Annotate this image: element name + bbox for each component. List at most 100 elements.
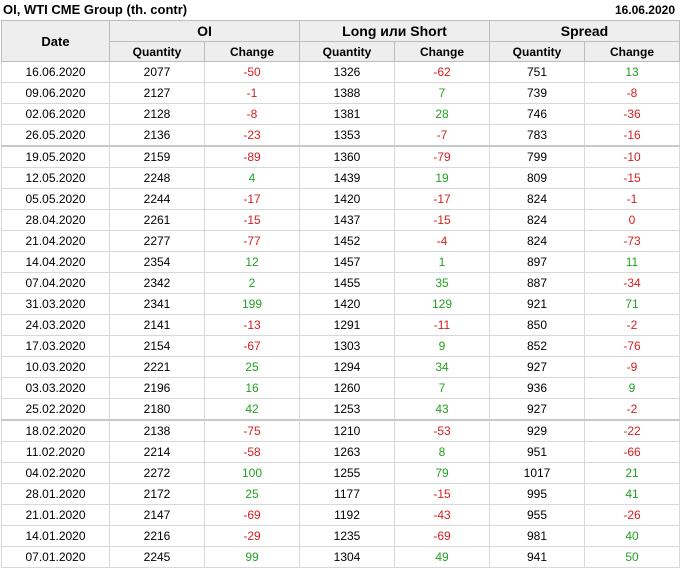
spread-quantity-cell: 783 — [489, 124, 585, 147]
long-short-quantity-cell: 1291 — [299, 314, 395, 336]
spread-quantity-cell: 824 — [489, 188, 585, 210]
spread-quantity-cell: 1017 — [489, 462, 585, 484]
long-short-quantity-cell: 1381 — [299, 103, 395, 125]
long-short-quantity-cell: 1455 — [299, 272, 395, 294]
spread-quantity-cell: 955 — [489, 504, 585, 526]
spread-quantity-cell: 981 — [489, 525, 585, 547]
oi-group-header: OI — [109, 20, 300, 42]
long-short-quantity-cell: 1304 — [299, 546, 395, 568]
spread-change-cell: -2 — [584, 398, 680, 421]
spread-change-cell: 50 — [584, 546, 680, 568]
date-cell: 05.05.2020 — [1, 188, 110, 210]
oi-change-cell: -29 — [204, 525, 300, 547]
spread-group-header: Spread — [489, 20, 680, 42]
oi-quantity-header[interactable]: Quantity — [109, 41, 205, 62]
long-short-change-cell: 7 — [394, 377, 490, 399]
spread-change-cell: -26 — [584, 504, 680, 526]
spread-change-cell: 0 — [584, 209, 680, 231]
table-row: 11.02.2020 2214 -58 1263 8 951 -66 — [1, 441, 680, 463]
date-cell: 10.03.2020 — [1, 356, 110, 378]
oi-change-cell: -77 — [204, 230, 300, 252]
spread-change-cell: 71 — [584, 293, 680, 315]
table-row: 17.03.2020 2154 -67 1303 9 852 -76 — [1, 335, 680, 357]
long-short-quantity-cell: 1210 — [299, 420, 395, 442]
oi-quantity-cell: 2141 — [109, 314, 205, 336]
long-short-quantity-cell: 1420 — [299, 188, 395, 210]
oi-quantity-cell: 2272 — [109, 462, 205, 484]
long-short-group-header: Long или Short — [299, 20, 490, 42]
spread-quantity-header[interactable]: Quantity — [489, 41, 585, 62]
oi-quantity-cell: 2248 — [109, 167, 205, 189]
spread-quantity-cell: 809 — [489, 167, 585, 189]
long-short-change-header[interactable]: Change — [394, 41, 490, 62]
spread-change-header[interactable]: Change — [584, 41, 680, 62]
long-short-change-cell: 1 — [394, 251, 490, 273]
spread-quantity-cell: 995 — [489, 483, 585, 505]
spread-change-cell: 41 — [584, 483, 680, 505]
date-cell: 04.02.2020 — [1, 462, 110, 484]
oi-change-header[interactable]: Change — [204, 41, 300, 62]
oi-quantity-cell: 2180 — [109, 398, 205, 421]
oi-quantity-cell: 2154 — [109, 335, 205, 357]
spread-change-cell: -9 — [584, 356, 680, 378]
date-cell: 18.02.2020 — [1, 420, 110, 442]
date-column-header[interactable]: Date — [1, 20, 110, 62]
spread-change-cell: 9 — [584, 377, 680, 399]
oi-change-cell: -67 — [204, 335, 300, 357]
oi-change-cell: 16 — [204, 377, 300, 399]
table-row: 28.04.2020 2261 -15 1437 -15 824 0 — [1, 209, 680, 231]
date-cell: 25.02.2020 — [1, 398, 110, 421]
spread-quantity-cell: 929 — [489, 420, 585, 442]
oi-change-cell: -58 — [204, 441, 300, 463]
date-cell: 16.06.2020 — [1, 61, 110, 83]
date-cell: 07.04.2020 — [1, 272, 110, 294]
long-short-change-cell: -43 — [394, 504, 490, 526]
table-body: 16.06.2020 2077 -50 1326 -62 751 13 09.06.2020 2… — [1, 61, 680, 568]
oi-change-cell: 25 — [204, 483, 300, 505]
spread-quantity-cell: 850 — [489, 314, 585, 336]
table-row: 02.06.2020 2128 -8 1381 28 746 -36 — [1, 103, 680, 125]
page-title: OI, WTI CME Group (th. contr) — [3, 2, 188, 17]
spread-change-cell: -8 — [584, 82, 680, 104]
oi-change-cell: -89 — [204, 146, 300, 168]
oi-change-cell: -17 — [204, 188, 300, 210]
date-cell: 28.01.2020 — [1, 483, 110, 505]
spread-change-cell: 40 — [584, 525, 680, 547]
date-cell: 11.02.2020 — [1, 441, 110, 463]
long-short-quantity-cell: 1452 — [299, 230, 395, 252]
oi-table: Date OI Long или Short Spread Quantity C… — [1, 20, 680, 568]
oi-quantity-cell: 2354 — [109, 251, 205, 273]
long-short-quantity-cell: 1388 — [299, 82, 395, 104]
long-short-change-cell: -62 — [394, 61, 490, 83]
table-row: 05.05.2020 2244 -17 1420 -17 824 -1 — [1, 188, 680, 210]
oi-quantity-cell: 2136 — [109, 124, 205, 147]
spread-change-cell: -34 — [584, 272, 680, 294]
table-row: 28.01.2020 2172 25 1177 -15 995 41 — [1, 483, 680, 505]
long-short-quantity-cell: 1420 — [299, 293, 395, 315]
long-short-change-cell: 79 — [394, 462, 490, 484]
spread-change-cell: 21 — [584, 462, 680, 484]
date-cell: 24.03.2020 — [1, 314, 110, 336]
oi-change-cell: 42 — [204, 398, 300, 421]
long-short-quantity-cell: 1360 — [299, 146, 395, 168]
long-short-quantity-cell: 1255 — [299, 462, 395, 484]
long-short-quantity-cell: 1326 — [299, 61, 395, 83]
table-row: 25.02.2020 2180 42 1253 43 927 -2 — [1, 398, 680, 421]
table-row: 26.05.2020 2136 -23 1353 -7 783 -16 — [1, 124, 680, 147]
oi-change-cell: -75 — [204, 420, 300, 442]
oi-quantity-cell: 2138 — [109, 420, 205, 442]
table-row: 07.01.2020 2245 99 1304 49 941 50 — [1, 546, 680, 568]
long-short-quantity-cell: 1263 — [299, 441, 395, 463]
spread-change-cell: -36 — [584, 103, 680, 125]
spread-quantity-cell: 941 — [489, 546, 585, 568]
long-short-change-cell: 34 — [394, 356, 490, 378]
oi-change-cell: 99 — [204, 546, 300, 568]
table-row: 19.05.2020 2159 -89 1360 -79 799 -10 — [1, 146, 680, 168]
oi-change-cell: -50 — [204, 61, 300, 83]
long-short-quantity-header[interactable]: Quantity — [299, 41, 395, 62]
date-cell: 31.03.2020 — [1, 293, 110, 315]
spread-quantity-cell: 799 — [489, 146, 585, 168]
oi-quantity-cell: 2214 — [109, 441, 205, 463]
oi-quantity-cell: 2172 — [109, 483, 205, 505]
oi-change-cell: 100 — [204, 462, 300, 484]
